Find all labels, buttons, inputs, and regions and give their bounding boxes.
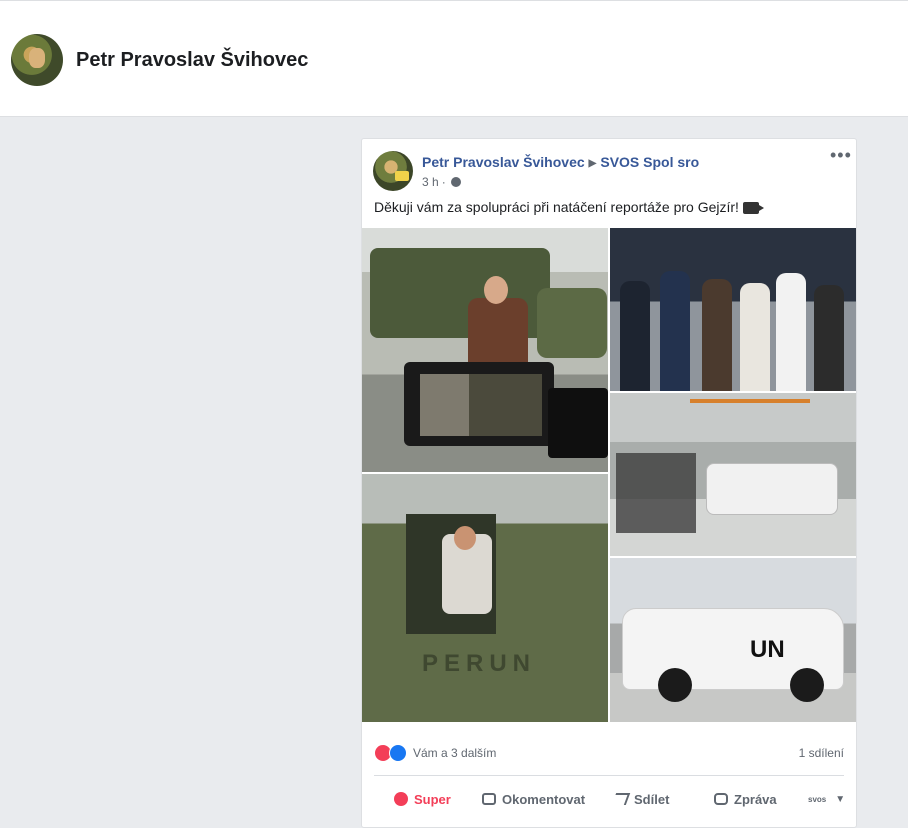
divider xyxy=(374,775,844,776)
post-card: Petr Pravoslav Švihovec ▶ SVOS Spol sro 3 … xyxy=(361,138,857,828)
shares-count[interactable]: 1 sdílení xyxy=(799,746,844,760)
movie-camera-icon xyxy=(742,202,764,214)
post-timestamp[interactable]: 3 h xyxy=(422,175,439,189)
post-text: Děkuji vám za spolupráci při natáčení re… xyxy=(374,199,764,215)
post-text-content: Děkuji vám za spolupráci při natáčení re… xyxy=(374,199,739,215)
profile-avatar[interactable] xyxy=(11,34,63,86)
globe-icon[interactable] xyxy=(450,177,461,187)
arrow-right-icon: ▶ xyxy=(588,158,597,169)
post-photo-4[interactable]: PERUN xyxy=(362,474,608,722)
page-select-label: svos xyxy=(808,794,827,804)
comment-button[interactable]: Okomentovat xyxy=(482,792,585,807)
post-author-link[interactable]: Petr Pravoslav Švihovec xyxy=(422,154,585,170)
post-photo-5[interactable]: UN xyxy=(610,558,856,722)
super-label: Super xyxy=(414,791,451,807)
post-author-avatar[interactable] xyxy=(373,151,413,191)
heart-icon xyxy=(394,792,408,806)
super-button[interactable]: Super xyxy=(394,792,451,807)
comment-icon xyxy=(482,793,496,805)
share-button[interactable]: Sdílet xyxy=(611,791,670,807)
post-header: Petr Pravoslav Švihovec ▶ SVOS Spol sro xyxy=(422,154,699,170)
profile-name[interactable]: Petr Pravoslav Švihovec xyxy=(76,49,308,72)
share-icon xyxy=(611,793,631,805)
like-reaction-icon xyxy=(389,744,407,762)
perun-label: PERUN xyxy=(422,650,537,677)
reactions-summary[interactable]: Vám a 3 dalším xyxy=(374,744,496,762)
chevron-down-icon: ▼ xyxy=(835,793,846,805)
share-label: Sdílet xyxy=(634,791,670,807)
profile-header: Petr Pravoslav Švihovec xyxy=(0,0,908,117)
post-photo-2[interactable] xyxy=(610,228,856,391)
post-photo-3[interactable] xyxy=(610,393,856,556)
un-label: UN xyxy=(750,636,785,663)
post-photo-1[interactable] xyxy=(362,228,608,472)
message-label: Zpráva xyxy=(734,791,777,807)
post-target-link[interactable]: SVOS Spol sro xyxy=(600,154,699,170)
post-actions: Super Okomentovat Sdílet Zpráva svos ▼ xyxy=(374,784,845,814)
message-button[interactable]: Zpráva xyxy=(714,792,777,807)
comment-label: Okomentovat xyxy=(502,791,586,807)
meta-separator: · xyxy=(441,175,446,189)
message-icon xyxy=(714,793,728,805)
post-meta: 3 h · xyxy=(422,175,461,189)
reactions-text: Vám a 3 dalším xyxy=(413,746,497,760)
page-select-dropdown[interactable]: svos ▼ xyxy=(808,794,845,805)
more-options-icon[interactable]: ••• xyxy=(830,146,852,164)
